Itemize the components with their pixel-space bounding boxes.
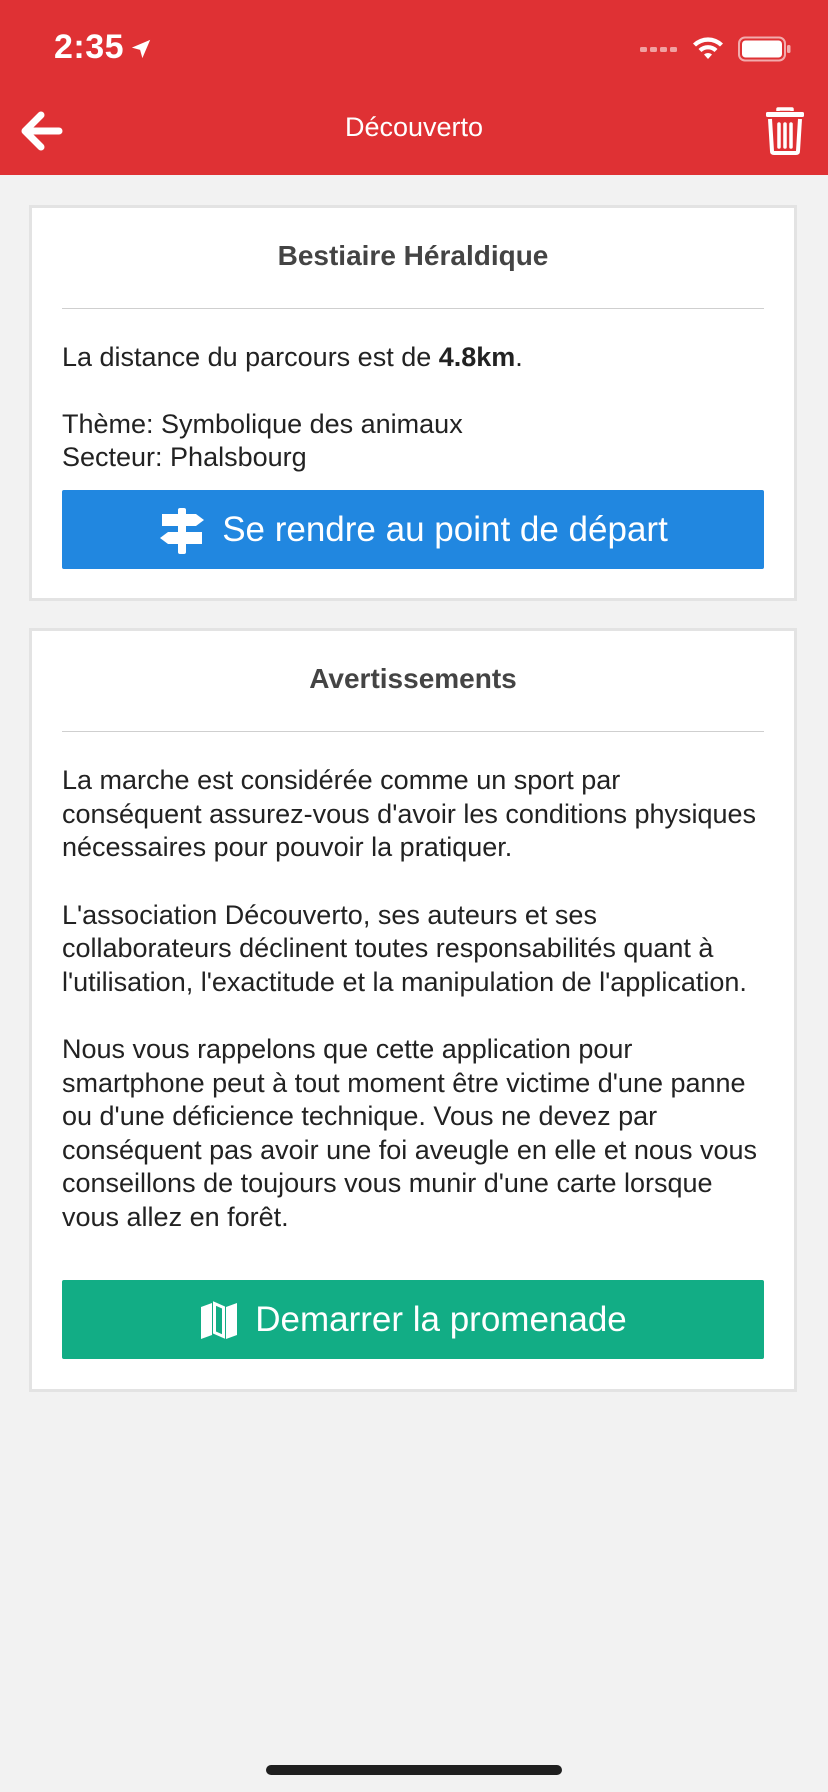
route-distance-suffix: .: [515, 342, 523, 372]
status-time-text: 2:35: [54, 28, 125, 66]
warning-paragraph: L'association Découverto, ses auteurs et…: [62, 899, 747, 997]
battery-icon: [738, 36, 791, 62]
go-to-start-button[interactable]: Se rendre au point de départ: [62, 490, 764, 569]
warning-paragraph: La marche est considérée comme un sport …: [62, 765, 757, 862]
signal-icon: [640, 47, 677, 52]
route-distance-value: 4.8km: [438, 342, 516, 372]
status-bar: 2:35: [0, 0, 828, 100]
start-walk-button[interactable]: Demarrer la promenade: [62, 1280, 764, 1359]
home-indicator: [266, 1765, 562, 1775]
signpost-icon: [160, 507, 205, 554]
trash-icon: [766, 107, 804, 155]
route-theme: Thème: Symbolique des animaux: [62, 409, 463, 439]
warnings-text: La marche est considérée comme un sport …: [62, 732, 764, 1234]
app-header: 2:35 Découverto: [0, 0, 828, 175]
location-arrow-icon: [131, 39, 151, 58]
route-details: La distance du parcours est de 4.8km. Th…: [62, 309, 764, 474]
page-title: Découverto: [344, 112, 484, 142]
start-walk-label: Demarrer la promenade: [255, 1299, 627, 1339]
nav-bar: Découverto: [0, 100, 828, 175]
route-info-card: Bestiaire Héraldique La distance du parc…: [29, 205, 797, 601]
go-to-start-label: Se rendre au point de départ: [222, 509, 668, 549]
route-distance-prefix: La distance du parcours est de: [62, 342, 439, 372]
wifi-icon: [693, 37, 723, 59]
map-icon: [201, 1300, 238, 1339]
warnings-card: Avertissements La marche est considérée …: [29, 628, 797, 1392]
status-time: 2:35: [54, 28, 152, 67]
route-title: Bestiaire Héraldique: [277, 240, 549, 271]
route-distance: La distance du parcours est de 4.8km.: [62, 341, 764, 374]
delete-button[interactable]: [760, 104, 810, 158]
warning-paragraph: Nous vous rappelons que cette applicatio…: [62, 1034, 757, 1232]
route-sector: Secteur: Phalsbourg: [62, 442, 307, 472]
warnings-title: Avertissements: [309, 663, 517, 694]
status-icons: [640, 36, 792, 62]
